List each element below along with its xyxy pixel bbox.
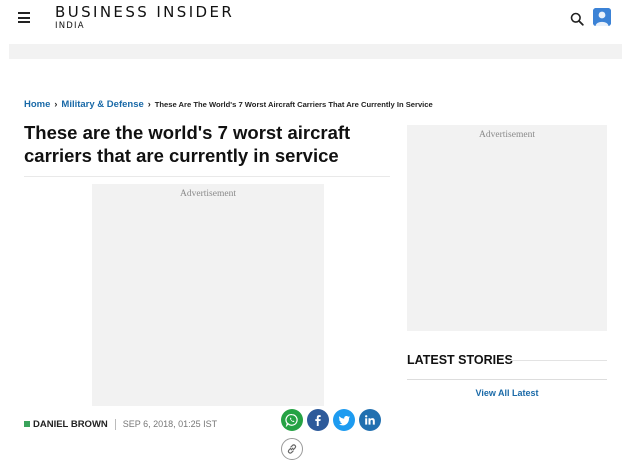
menu-bar (18, 12, 30, 14)
site-logo[interactable]: BUSINESS INSIDER INDIA (55, 4, 234, 32)
linkedin-icon[interactable] (359, 409, 381, 431)
latest-divider (407, 379, 607, 380)
latest-heading-rule (508, 360, 607, 361)
facebook-icon[interactable] (307, 409, 329, 431)
view-all-latest-link[interactable]: View All Latest (407, 388, 607, 398)
article-title: These are the world's 7 worst aircraft c… (24, 122, 351, 166)
breadcrumb-home-link[interactable]: Home (24, 99, 50, 110)
title-divider (24, 176, 390, 177)
breadcrumb: Home › Military & Defense › These Are The Wo… (24, 99, 433, 111)
breadcrumb-separator: › (54, 99, 58, 109)
breadcrumb-current: These Are The World's 7 Worst Aircraft C… (154, 100, 433, 109)
menu-bar (18, 21, 30, 23)
main-advertisement[interactable]: Advertisement (92, 184, 324, 406)
hamburger-menu-icon[interactable] (18, 12, 30, 23)
top-ad-strip (9, 44, 622, 59)
sidebar-advertisement[interactable]: Advertisement (407, 125, 607, 331)
breadcrumb-category-link[interactable]: Military & Defense (61, 99, 143, 110)
article-byline: DANIEL BROWN SEP 6, 2018, 01:25 IST (24, 418, 217, 430)
whatsapp-icon[interactable] (281, 409, 303, 431)
breadcrumb-separator: › (147, 99, 151, 109)
advertisement-label: Advertisement (180, 189, 236, 199)
search-icon[interactable] (570, 12, 584, 26)
site-header: BUSINESS INSIDER INDIA (0, 0, 640, 40)
twitter-icon[interactable] (333, 409, 355, 431)
menu-bar (18, 16, 30, 19)
author-marker (24, 421, 30, 427)
user-avatar-icon[interactable] (593, 8, 611, 26)
latest-stories-heading: LATEST STORIES (407, 353, 513, 367)
byline-separator (114, 418, 116, 430)
advertisement-label: Advertisement (479, 130, 535, 140)
logo-sub-text: INDIA (55, 21, 85, 31)
copy-link-icon[interactable] (281, 438, 303, 460)
publish-date: SEP 6, 2018, 01:25 IST (122, 419, 218, 429)
author-name[interactable]: DANIEL BROWN (33, 419, 108, 430)
logo-main-text: BUSINESS INSIDER (55, 3, 235, 21)
